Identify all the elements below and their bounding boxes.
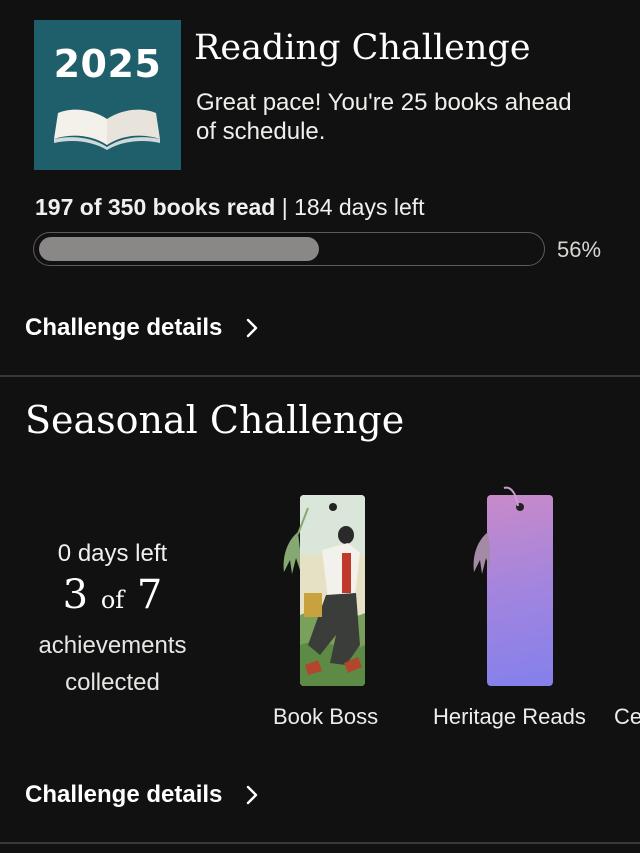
seasonal-challenge-title: Seasonal Challenge: [25, 398, 405, 442]
progress-bar-fill: [39, 237, 319, 261]
progress-bar: [33, 232, 545, 266]
seasonal-challenge-details-link[interactable]: Challenge details: [25, 781, 258, 809]
books-read-count: 197 of 350 books read: [35, 194, 276, 220]
challenge-details-label: Challenge details: [25, 781, 223, 808]
pace-message: Great pace! You're 25 books ahead of sch…: [196, 89, 572, 145]
heritage-reads-label: Heritage Reads: [433, 704, 586, 729]
count-total: 7: [136, 572, 163, 618]
bookmark-hole: [329, 503, 337, 511]
achievements-label-line2: collected: [65, 669, 160, 696]
challenge-details-label: Challenge details: [25, 314, 223, 341]
section-divider: [0, 375, 640, 377]
reading-challenge-title: Reading Challenge: [194, 28, 531, 68]
seasonal-days-left: 0 days left: [57, 540, 168, 567]
chevron-right-icon: [247, 785, 258, 805]
seasonal-stats: 0 days left 3 of 7 achievements collecte…: [0, 540, 225, 701]
section-divider: [0, 842, 640, 844]
challenge-details-link[interactable]: Challenge details: [25, 314, 258, 342]
achievements-label: achievements collected: [0, 627, 225, 701]
days-left-text: 184 days left: [294, 194, 425, 220]
separator: |: [275, 194, 295, 220]
progress-percent: 56%: [557, 237, 602, 262]
count-of: of: [100, 586, 125, 614]
open-book-icon: [54, 109, 160, 150]
achievements-count: 3 of 7: [0, 572, 225, 623]
challenge-badge[interactable]: 2025: [34, 20, 181, 170]
badge-year: 2025: [53, 42, 162, 86]
chevron-right-icon: [247, 318, 258, 338]
achievements-label-line1: achievements: [38, 632, 187, 659]
book-boss-label: Book Boss: [273, 704, 379, 729]
count-done: 3: [62, 572, 89, 618]
tassel-icon: [283, 507, 309, 574]
books-progress-line: 197 of 350 books read | 184 days left: [35, 194, 425, 221]
tassel-icon: [473, 486, 519, 574]
partial-bookmark-label: Ce: [614, 704, 640, 729]
